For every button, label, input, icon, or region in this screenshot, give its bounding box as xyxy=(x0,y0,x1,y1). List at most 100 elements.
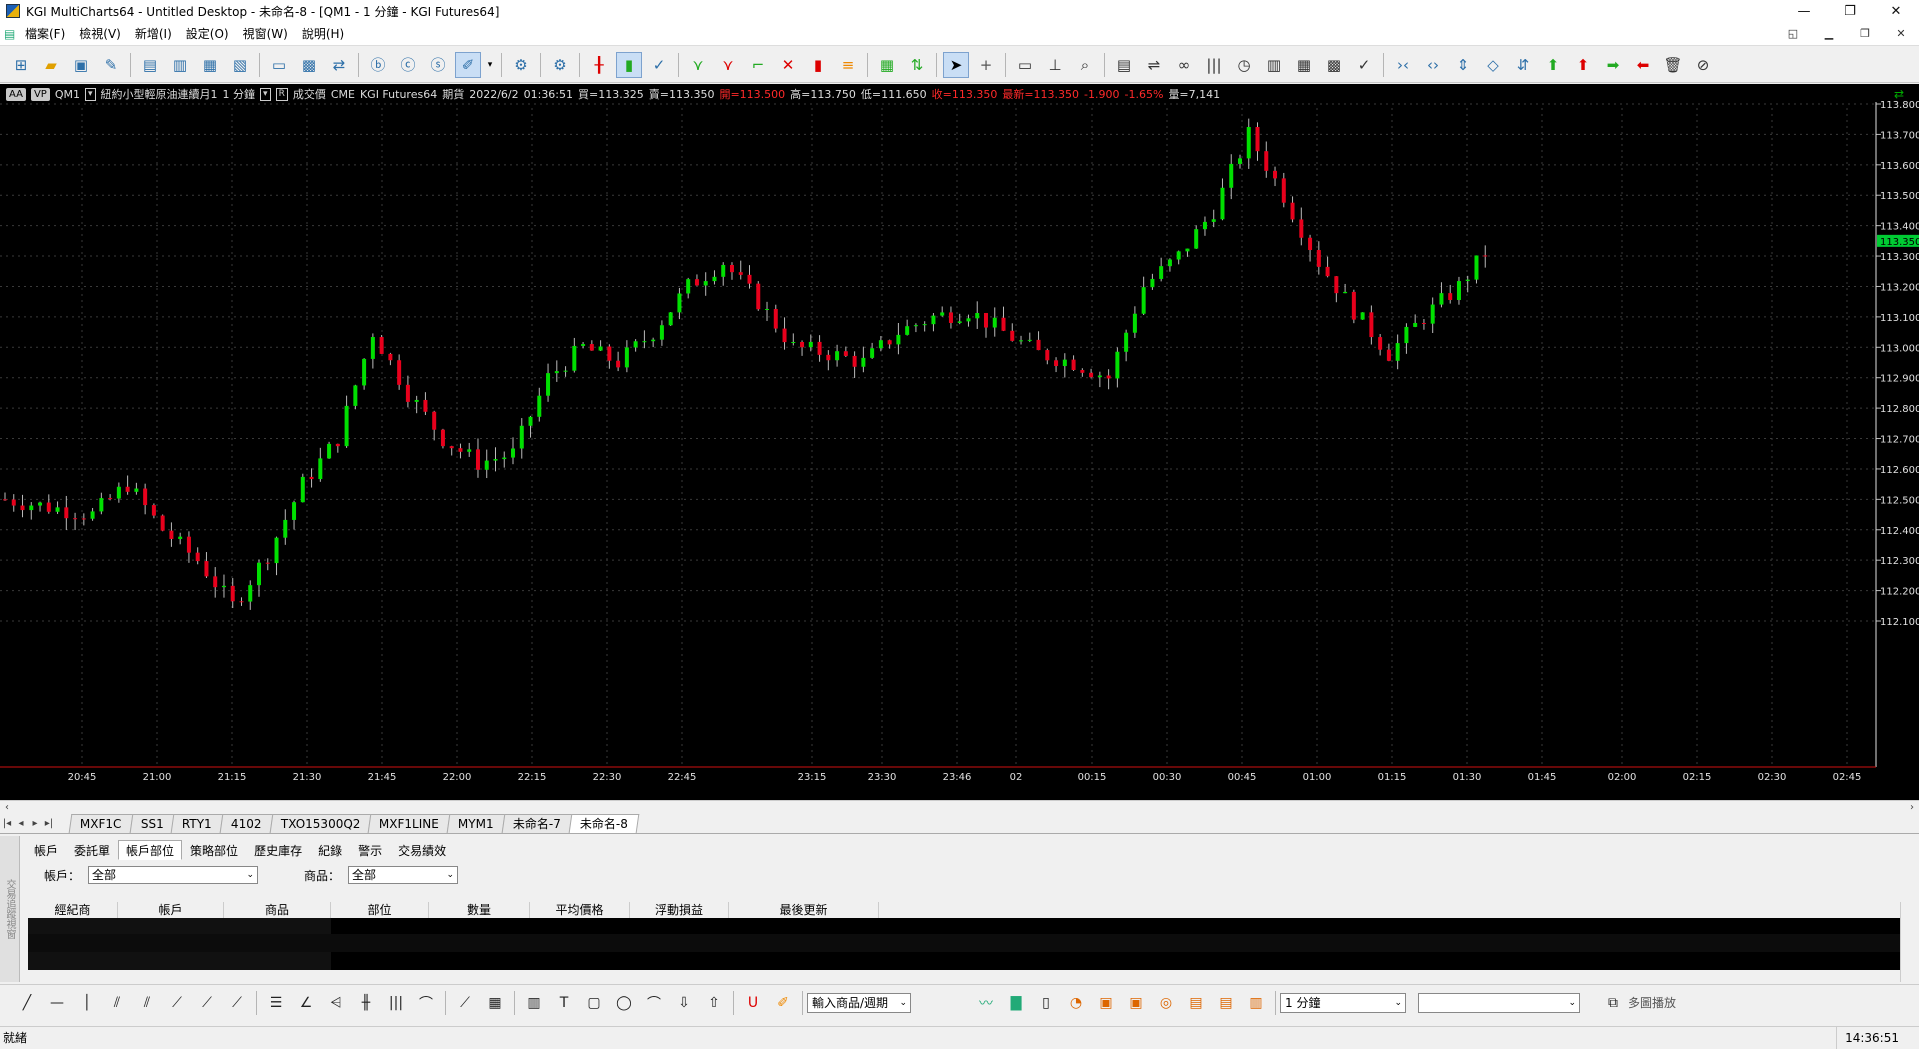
playback-input[interactable]: ⌄ xyxy=(1418,992,1580,1013)
fib-time-icon[interactable]: ⩤ xyxy=(324,991,348,1015)
vertical-line-icon[interactable]: │ xyxy=(75,991,99,1015)
mdi-close-icon[interactable]: ✕ xyxy=(1883,22,1919,46)
close-button[interactable]: ✕ xyxy=(1873,0,1919,22)
add-symbol-icon[interactable]: ⓑ xyxy=(365,52,391,78)
column-icon[interactable]: ||| xyxy=(1201,52,1227,78)
fib-retrace-icon[interactable]: ☰ xyxy=(264,991,288,1015)
account-select[interactable]: 全部 ⌄ xyxy=(88,866,259,884)
gann-icon[interactable]: ⟋ xyxy=(195,991,219,1015)
arrow-down-draw-icon[interactable]: ⇩ xyxy=(672,991,696,1015)
insert-alert-icon[interactable]: ▣ xyxy=(1094,991,1118,1015)
sheet-tab[interactable]: MXF1LINE xyxy=(367,814,451,833)
crosshair-icon[interactable]: + xyxy=(973,52,999,78)
grid-icon[interactable]: ▥ xyxy=(1261,52,1287,78)
maximize-button[interactable]: ❐ xyxy=(1827,0,1873,22)
mdi-restore-icon[interactable]: ◱ xyxy=(1775,22,1811,46)
new-workspace-icon[interactable]: ⊞ xyxy=(8,52,34,78)
bar-chart-icon[interactable]: ╂ xyxy=(586,52,612,78)
tab-history[interactable]: 歷史庫存 xyxy=(246,840,310,860)
arrow-up-draw-icon[interactable]: ⇧ xyxy=(702,991,726,1015)
minimize-button[interactable]: — xyxy=(1781,0,1827,22)
comment-icon[interactable]: ▭ xyxy=(1012,52,1038,78)
panel-side-label[interactable]: 交易追蹤視窗 xyxy=(0,836,20,982)
menu-file[interactable]: 檔案(F) xyxy=(18,22,72,46)
glasses-icon[interactable]: ∞ xyxy=(1171,52,1197,78)
sheet-tab[interactable]: MXF1C xyxy=(68,814,133,833)
settings-gear-icon[interactable]: ⚙ xyxy=(508,52,534,78)
insert-pattern-icon[interactable]: ◎ xyxy=(1154,991,1178,1015)
collapse-icon[interactable]: ›‹ xyxy=(1390,52,1416,78)
menu-view[interactable]: 檢視(V) xyxy=(72,22,128,46)
export-icon[interactable]: ⇄ xyxy=(326,52,352,78)
open-folder-icon[interactable]: ▰ xyxy=(38,52,64,78)
cycle-icon[interactable]: ||| xyxy=(384,991,408,1015)
fib-ext-icon[interactable]: ∠ xyxy=(294,991,318,1015)
format-window-icon[interactable]: ▤ xyxy=(1111,52,1137,78)
tab-alerts[interactable]: 警示 xyxy=(350,840,390,860)
sheet-tab-active[interactable]: 未命名-8 xyxy=(568,814,640,833)
scroll-left-icon[interactable]: ‹ xyxy=(0,801,14,815)
new-chart-icon[interactable]: ▤ xyxy=(137,52,163,78)
grid-icon[interactable]: ▦ xyxy=(483,991,507,1015)
mdi-maximize-icon[interactable]: ❐ xyxy=(1847,22,1883,46)
order-book-icon[interactable]: ▦ xyxy=(874,52,900,78)
tab-positions[interactable]: 帳戶部位 xyxy=(118,840,183,860)
freehand-icon[interactable]: ⌒ xyxy=(642,991,666,1015)
tab-performance[interactable]: 交易績效 xyxy=(390,840,454,860)
arrow-right-icon[interactable]: ➡ xyxy=(1600,52,1626,78)
clock-icon[interactable]: ◷ xyxy=(1231,52,1257,78)
table-icon[interactable]: ▩ xyxy=(1321,52,1347,78)
up-down-icon[interactable]: ⋎ xyxy=(685,52,711,78)
cross-icon[interactable]: ✕ xyxy=(775,52,801,78)
prev-sheet-icon[interactable]: ◂ xyxy=(14,815,28,833)
ellipse-icon[interactable]: ◯ xyxy=(612,991,636,1015)
insert-study-icon[interactable]: ▣ xyxy=(1124,991,1148,1015)
parallel-icon[interactable]: ⫽ xyxy=(135,991,159,1015)
diamond-icon[interactable]: ◇ xyxy=(1480,52,1506,78)
sheet-tab[interactable]: TXO15300Q2 xyxy=(269,814,372,833)
shrink-icon[interactable]: ⇵ xyxy=(1510,52,1536,78)
pitchfork-icon[interactable]: ⟋ xyxy=(225,991,249,1015)
magnifier-icon[interactable]: ⌕ xyxy=(1072,52,1098,78)
rectangle-icon[interactable]: ▢ xyxy=(582,991,606,1015)
arc-icon[interactable]: ⌒ xyxy=(414,991,438,1015)
dropdown-arrow-icon[interactable]: ▾ xyxy=(485,52,495,78)
vertical-scrollbar[interactable] xyxy=(1900,902,1914,982)
sheet-tab[interactable]: 未命名-7 xyxy=(501,814,573,833)
insert-strategy-icon[interactable]: ◔ xyxy=(1064,991,1088,1015)
arrow-up-icon[interactable]: ⬆ xyxy=(1540,52,1566,78)
first-sheet-icon[interactable]: |◂ xyxy=(0,815,14,833)
scroll-right-icon[interactable]: › xyxy=(1905,801,1919,815)
mdi-minimize-icon[interactable]: ▁ xyxy=(1811,22,1847,46)
volume-profile-icon[interactable]: ≡ xyxy=(835,52,861,78)
column-header[interactable]: 浮動損益 xyxy=(630,902,729,918)
tab-strategy-positions[interactable]: 策略部位 xyxy=(182,840,246,860)
column-header[interactable]: 經紀商 xyxy=(28,902,118,918)
delete-icon[interactable]: 🗑 xyxy=(1660,52,1686,78)
insert-scan-icon[interactable]: ▤ xyxy=(1184,991,1208,1015)
new-dom-icon[interactable]: ▦ xyxy=(197,52,223,78)
price-chart[interactable]: 113.800 113.700 113.600 113.500 113.400 113.3… xyxy=(0,84,1919,800)
step-icon[interactable]: ⌐ xyxy=(745,52,771,78)
insert-export-icon[interactable]: ▥ xyxy=(1244,991,1268,1015)
fan-icon[interactable]: ⟋ xyxy=(165,991,189,1015)
horizontal-scrollbar[interactable]: ‹ › xyxy=(0,800,1919,814)
column-header[interactable]: 數量 xyxy=(429,902,530,918)
sheet-tab[interactable]: MYM1 xyxy=(446,814,506,833)
new-scanner-icon[interactable]: ▥ xyxy=(167,52,193,78)
insert-misc-icon[interactable]: ▤ xyxy=(1214,991,1238,1015)
insert-volume-icon[interactable]: ▇ xyxy=(1004,991,1028,1015)
column-header[interactable]: 帳戶 xyxy=(118,902,224,918)
fib-fan-icon[interactable]: ╫ xyxy=(354,991,378,1015)
table-row[interactable] xyxy=(28,934,1900,952)
menu-help[interactable]: 說明(H) xyxy=(295,22,351,46)
chart-window[interactable]: AA VP QM1 ▾ 紐約小型輕原油連續月1 1 分鐘 ▾ R 成交價 CME… xyxy=(0,84,1919,800)
expand-vert-icon[interactable]: ⇕ xyxy=(1450,52,1476,78)
column-header[interactable]: 最後更新 xyxy=(729,902,879,918)
symbol-interval-input[interactable]: 輸入商品/週期 ⌄ xyxy=(807,992,911,1013)
sheet-tab[interactable]: SS1 xyxy=(129,814,175,833)
line-chart-icon[interactable]: ✓ xyxy=(646,52,672,78)
candle-alt-icon[interactable]: ▮ xyxy=(805,52,831,78)
format-icon[interactable]: ⚙ xyxy=(547,52,573,78)
add-strategy-icon[interactable]: ⓢ xyxy=(425,52,451,78)
